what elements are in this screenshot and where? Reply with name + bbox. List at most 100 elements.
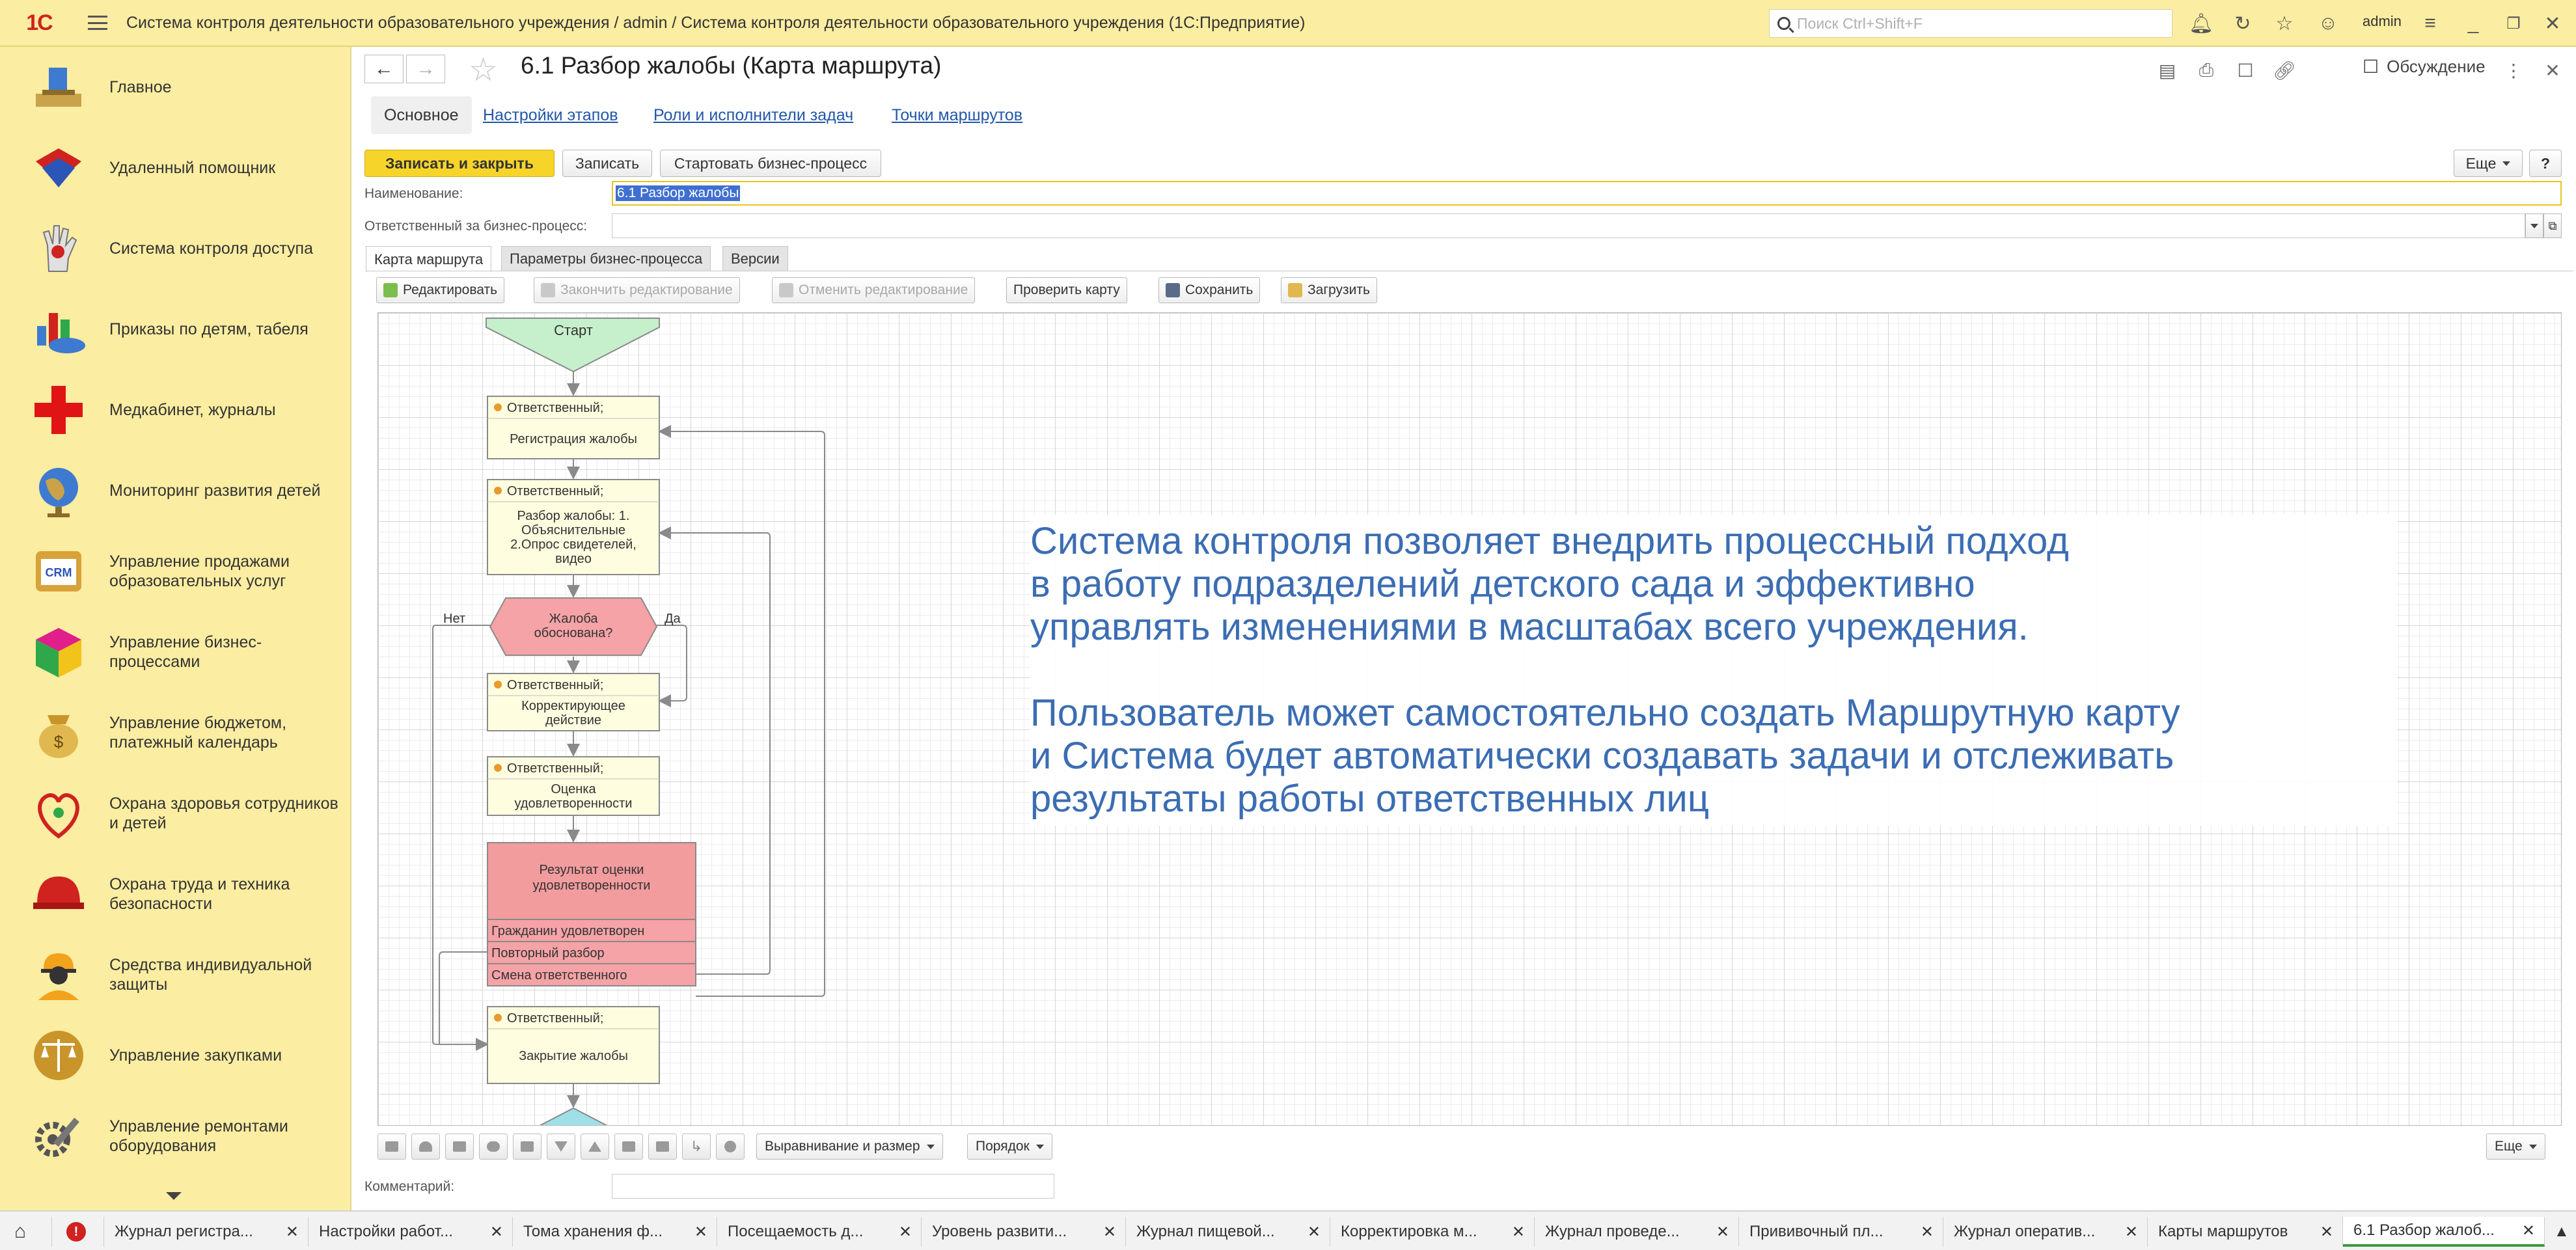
history-icon[interactable]: ↻ bbox=[2228, 9, 2257, 38]
sidebar-item-access-control[interactable]: Система контроля доступа bbox=[0, 208, 351, 289]
window-tab[interactable]: Карты маршрутов ✕ bbox=[2148, 1217, 2343, 1247]
task-node-corrective[interactable]: Ответственный; Корректирующее действие bbox=[487, 673, 660, 731]
minimize-icon[interactable]: _ bbox=[2459, 9, 2487, 38]
result-node[interactable]: Результат оценки удовлетворенности Гражд… bbox=[487, 842, 696, 986]
route-map-canvas[interactable]: Старт Ответственный; Регистрация жалобы … bbox=[377, 312, 2562, 1126]
sidebar-item-labor-safety[interactable]: Охрана труда и техника безопасности bbox=[0, 854, 351, 934]
sidebar-item-procurement[interactable]: Управление закупками bbox=[0, 1015, 351, 1096]
finish-editing-button[interactable]: Закончить редактирование bbox=[534, 277, 740, 303]
add-start-shape-button[interactable] bbox=[411, 1134, 440, 1160]
sidebar-item-repairs[interactable]: Управление ремонтами оборудования bbox=[0, 1096, 351, 1176]
window-tab[interactable]: Уровень развити... ✕ bbox=[922, 1217, 1126, 1247]
window-tab[interactable]: Прививочный пл... ✕ bbox=[1739, 1217, 1943, 1247]
comment-field[interactable] bbox=[612, 1174, 1054, 1199]
check-map-button[interactable]: Проверить карту bbox=[1006, 277, 1127, 303]
add-connector-button[interactable]: ↳ bbox=[682, 1134, 711, 1160]
settings-menu-icon[interactable]: ≡ bbox=[2416, 9, 2445, 38]
close-tab-icon[interactable]: ✕ bbox=[694, 1223, 707, 1242]
tab-process-params[interactable]: Параметры бизнес-процесса bbox=[501, 246, 711, 271]
save-and-close-button[interactable]: Записать и закрыть bbox=[364, 150, 555, 177]
tab-stage-settings[interactable]: Настройки этапов bbox=[483, 96, 618, 134]
sidebar-item-sales[interactable]: CRM Управление продажами образовательных… bbox=[0, 531, 351, 612]
task-node-analysis[interactable]: Ответственный; Разбор жалобы: 1. Объясни… bbox=[487, 479, 660, 575]
add-fork-shape-button[interactable] bbox=[614, 1134, 643, 1160]
task-node-registration[interactable]: Ответственный; Регистрация жалобы bbox=[487, 396, 660, 459]
add-decision-shape-button[interactable] bbox=[479, 1134, 508, 1160]
window-tab[interactable]: Журнал проведе... ✕ bbox=[1535, 1217, 1739, 1247]
add-end-shape-button[interactable] bbox=[547, 1134, 575, 1160]
back-button[interactable]: ← bbox=[364, 55, 404, 83]
task-node-evaluation[interactable]: Ответственный; Оценка удовлетворенности bbox=[487, 756, 660, 816]
bell-icon[interactable]: 🔔︎ bbox=[2187, 9, 2215, 38]
decision-node[interactable]: Жалоба обоснована? bbox=[489, 597, 658, 656]
close-tab-icon[interactable]: ✕ bbox=[1921, 1223, 1934, 1242]
align-size-dropdown[interactable]: Выравнивание и размер bbox=[756, 1134, 943, 1160]
home-icon[interactable]: ⌂ bbox=[0, 1217, 52, 1247]
responsible-field[interactable] bbox=[612, 213, 2525, 238]
sidebar-item-main[interactable]: Главное bbox=[0, 47, 351, 128]
add-triangle-shape-button[interactable] bbox=[581, 1134, 609, 1160]
link-icon[interactable]: 🔗︎ bbox=[2270, 56, 2299, 85]
window-tab[interactable]: Журнал оператив... ✕ bbox=[1943, 1217, 2148, 1247]
tab-route-map[interactable]: Карта маршрута bbox=[366, 246, 492, 272]
tab-roles[interactable]: Роли и исполнители задач bbox=[653, 96, 853, 134]
restore-icon[interactable]: ❐ bbox=[2499, 9, 2528, 38]
sidebar-item-remote-helper[interactable]: Удаленный помощник bbox=[0, 128, 351, 208]
window-tab[interactable]: Настройки работ... ✕ bbox=[308, 1217, 513, 1247]
open-responsible-button[interactable]: ⧉ bbox=[2543, 213, 2562, 238]
close-tab-icon[interactable]: ✕ bbox=[490, 1223, 503, 1242]
add-process-shape-button[interactable] bbox=[445, 1134, 474, 1160]
close-tab-icon[interactable]: ✕ bbox=[1716, 1223, 1729, 1242]
close-tab-icon[interactable]: ✕ bbox=[1103, 1223, 1116, 1242]
preview-icon[interactable]: ☐ bbox=[2231, 56, 2260, 85]
sidebar-item-health[interactable]: Охрана здоровья сотрудников и детей bbox=[0, 773, 351, 854]
sidebar-item-medical[interactable]: Медкабинет, журналы bbox=[0, 370, 351, 450]
close-tab-icon[interactable]: ✕ bbox=[1308, 1223, 1321, 1242]
window-tab[interactable]: Журнал пищевой... ✕ bbox=[1126, 1217, 1330, 1247]
help-button[interactable]: ? bbox=[2529, 150, 2562, 177]
close-tab-icon[interactable]: ✕ bbox=[899, 1223, 912, 1242]
edit-map-button[interactable]: Редактировать bbox=[376, 277, 505, 303]
app-logo[interactable]: 1С bbox=[0, 0, 78, 46]
name-field[interactable]: 6.1 Разбор жалобы bbox=[612, 181, 2562, 206]
close-tab-icon[interactable]: ✕ bbox=[2522, 1221, 2535, 1240]
sidebar-item-budget[interactable]: $ Управление бюджетом, платежный календа… bbox=[0, 692, 351, 773]
discussion-button[interactable]: ☐ Обсуждение bbox=[2363, 56, 2486, 77]
responsible-dropdown-button[interactable] bbox=[2525, 213, 2543, 238]
sidebar-item-ppe[interactable]: Средства индивидуальной защиты bbox=[0, 934, 351, 1015]
task-node-close[interactable]: Ответственный; Закрытие жалобы bbox=[487, 1006, 660, 1084]
forward-button[interactable]: → bbox=[406, 55, 445, 83]
window-tab-active[interactable]: 6.1 Разбор жалоб... ✕ bbox=[2343, 1217, 2545, 1247]
close-tab-icon[interactable]: ✕ bbox=[286, 1223, 299, 1242]
bottom-more-button[interactable]: Еще bbox=[2486, 1134, 2545, 1160]
user-name[interactable]: admin bbox=[2363, 13, 2402, 30]
load-map-button[interactable]: Загрузить bbox=[1281, 277, 1377, 303]
window-tab[interactable]: Посещаемость д... ✕ bbox=[717, 1217, 922, 1247]
menu-icon[interactable] bbox=[78, 0, 117, 46]
window-tab[interactable]: Тома хранения ф... ✕ bbox=[513, 1217, 717, 1247]
more-vertical-icon[interactable]: ⋮ bbox=[2499, 56, 2528, 85]
taskbar-expand-icon[interactable]: ▲ bbox=[2545, 1217, 2576, 1247]
favorites-star-icon[interactable]: ☆ bbox=[2270, 9, 2299, 38]
close-tab-icon[interactable]: ✕ bbox=[1512, 1223, 1525, 1242]
print-icon[interactable]: ⎙ bbox=[2192, 56, 2221, 85]
window-tab[interactable]: Корректировка м... ✕ bbox=[1330, 1217, 1535, 1247]
save-button[interactable]: Записать bbox=[562, 150, 652, 177]
order-dropdown[interactable]: Порядок bbox=[967, 1134, 1052, 1160]
close-tab-icon[interactable]: ✕ bbox=[2125, 1223, 2138, 1242]
sidebar-item-monitoring[interactable]: Мониторинг развития детей bbox=[0, 450, 351, 531]
favorite-star-icon[interactable]: ☆ bbox=[469, 51, 498, 88]
tab-versions[interactable]: Версии bbox=[722, 246, 788, 271]
end-node[interactable] bbox=[538, 1107, 609, 1126]
sidebar-item-orders[interactable]: Приказы по детям, табеля bbox=[0, 289, 351, 370]
add-block-shape-button[interactable] bbox=[513, 1134, 541, 1160]
cancel-editing-button[interactable]: Отменить редактирование bbox=[772, 277, 976, 303]
tab-route-points[interactable]: Точки маршрутов bbox=[892, 96, 1022, 134]
tab-main[interactable]: Основное bbox=[371, 96, 472, 134]
sidebar-scroll-down-icon[interactable] bbox=[166, 1192, 182, 1200]
save-file-icon[interactable]: ▤ bbox=[2153, 56, 2182, 85]
window-tab[interactable]: Журнал регистра... ✕ bbox=[104, 1217, 308, 1247]
search-input[interactable]: Поиск Ctrl+Shift+F bbox=[1769, 9, 2172, 38]
add-merge-shape-button[interactable] bbox=[648, 1134, 677, 1160]
user-icon[interactable]: ☺ bbox=[2312, 9, 2344, 38]
